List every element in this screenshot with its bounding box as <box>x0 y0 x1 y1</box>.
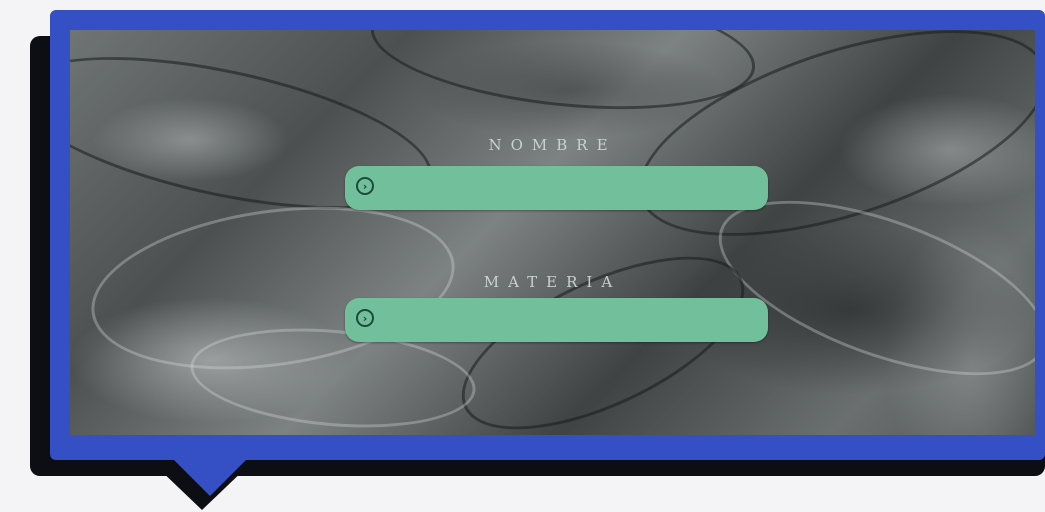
materia-field-container[interactable]: › <box>345 298 768 342</box>
card-stage: NOMBRE › MATERIA › <box>0 0 1045 512</box>
marble-background: NOMBRE › MATERIA › <box>70 30 1035 435</box>
nombre-field-container[interactable]: › <box>345 166 768 210</box>
nombre-input[interactable] <box>387 172 751 204</box>
chevron-right-icon: › <box>356 309 374 327</box>
speech-bubble-tail <box>170 456 250 496</box>
materia-input[interactable] <box>387 304 751 336</box>
chevron-right-icon: › <box>356 177 374 195</box>
nombre-label: NOMBRE <box>488 136 617 154</box>
materia-label: MATERIA <box>483 273 622 291</box>
